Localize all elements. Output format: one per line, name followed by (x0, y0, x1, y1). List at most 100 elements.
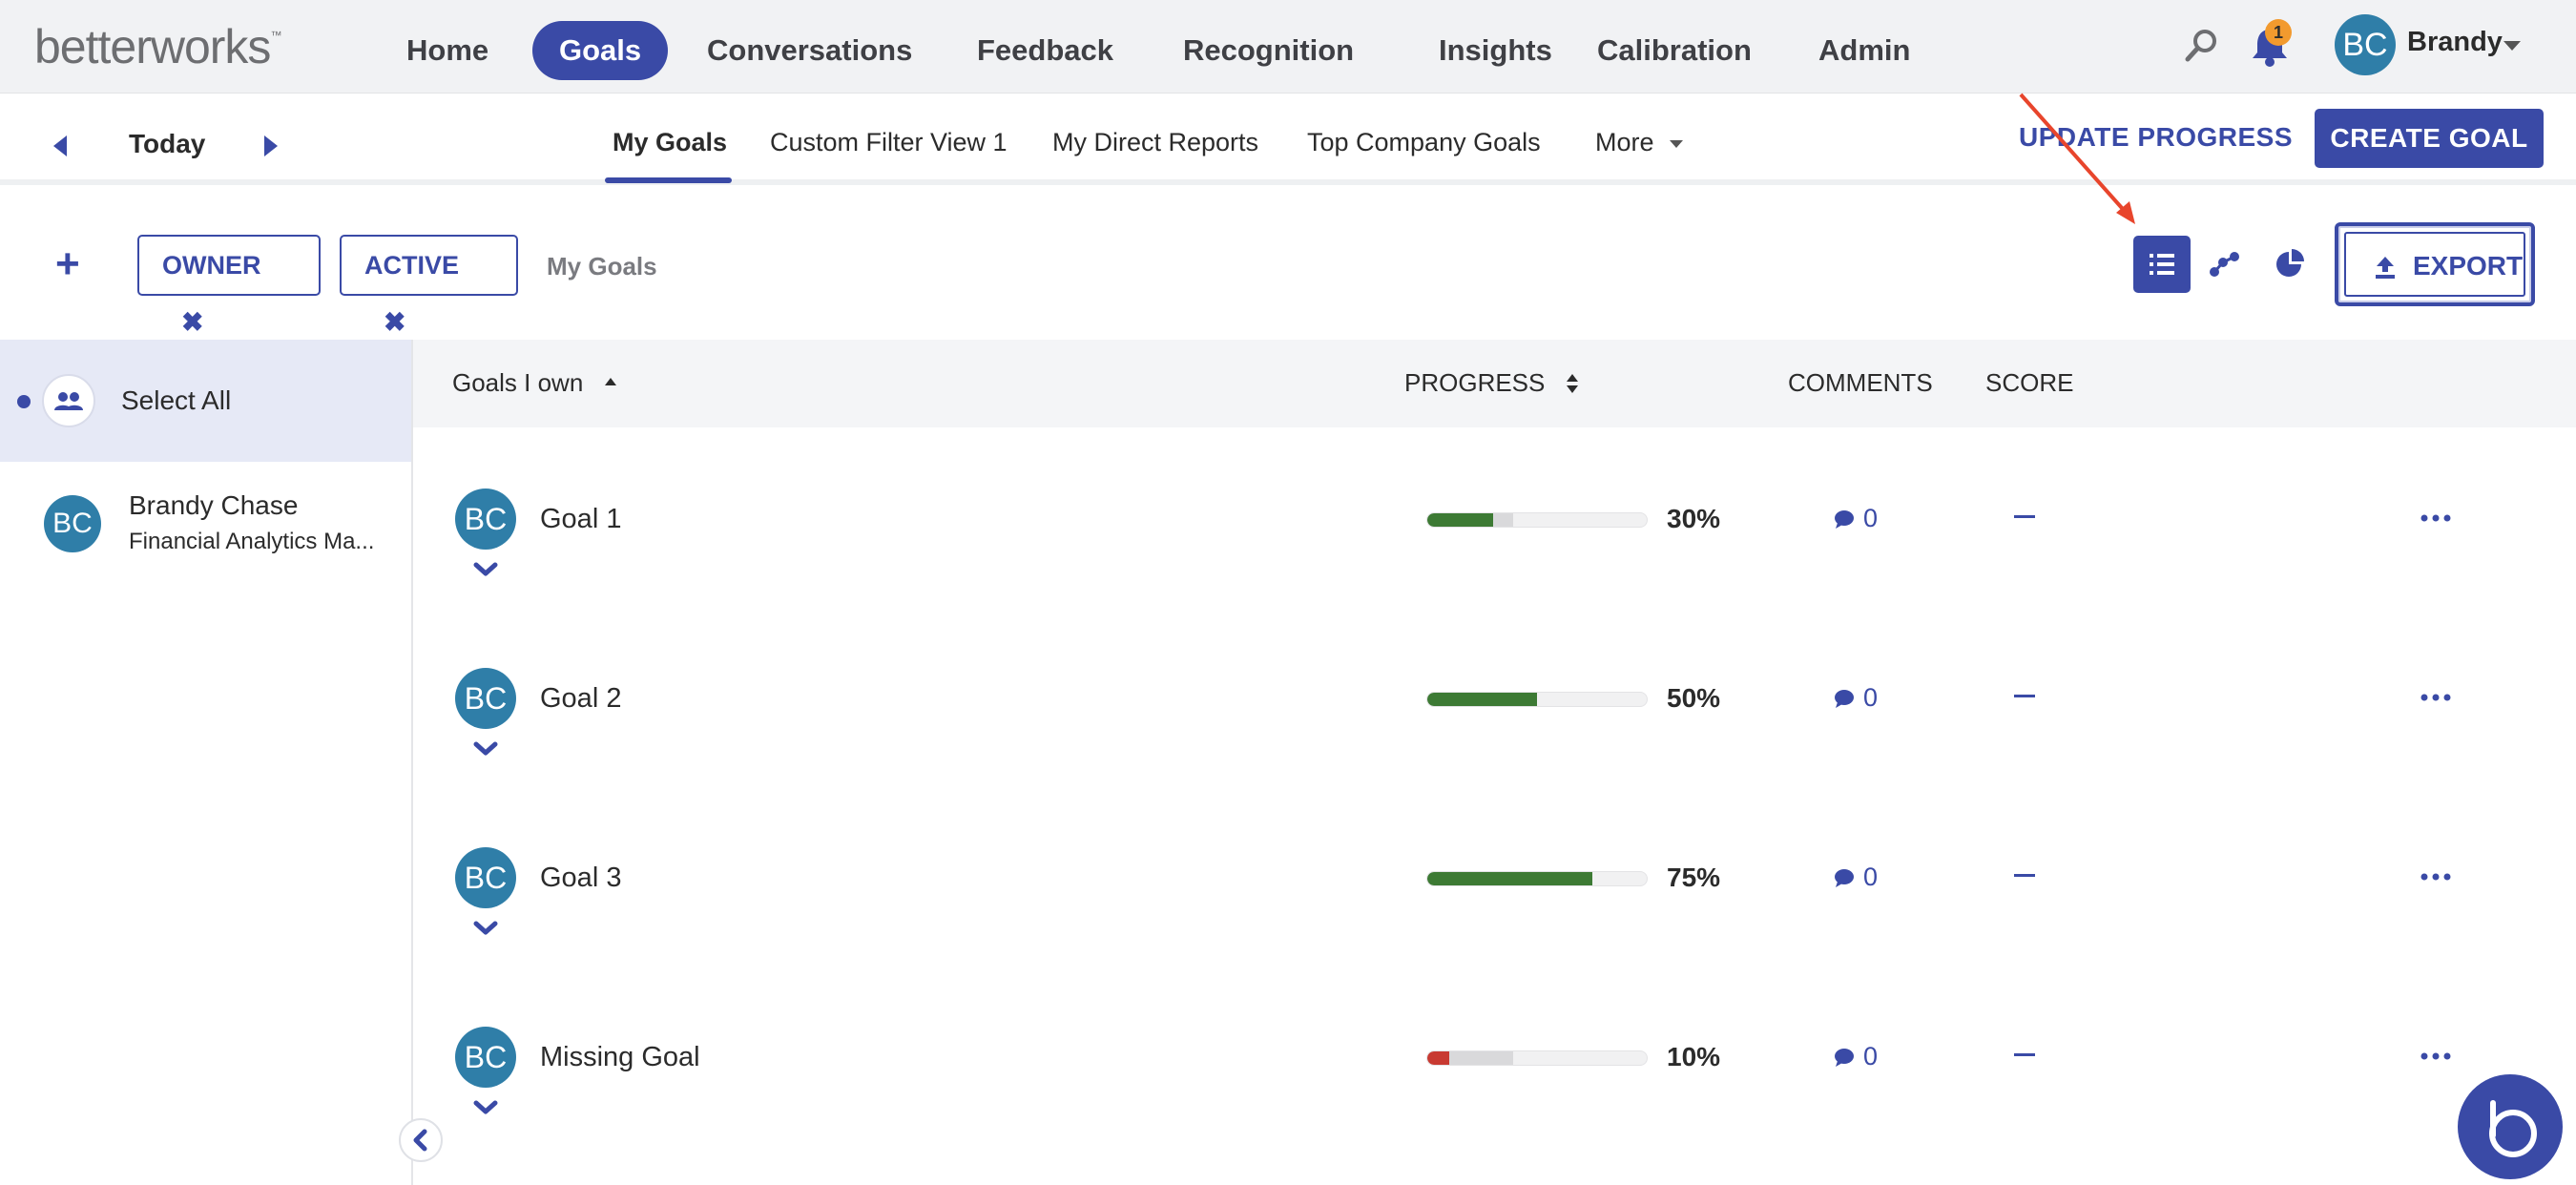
select-all-label: Select All (121, 385, 232, 415)
sort-icon[interactable] (1564, 371, 1581, 396)
avatar: BC (455, 1027, 516, 1088)
hierarchy-icon (2210, 252, 2239, 277)
more-options-icon[interactable] (2419, 1051, 2453, 1061)
nav-conversations[interactable]: Conversations (680, 21, 939, 80)
user-name[interactable]: Brandy (2407, 27, 2503, 58)
add-filter-icon[interactable]: + (55, 243, 80, 285)
progress-percent: 30% (1667, 504, 1721, 533)
nav-goals[interactable]: Goals (532, 21, 669, 80)
select-all-row[interactable]: Select All (0, 340, 411, 462)
pie-chart-icon (2276, 249, 2304, 277)
more-options-icon[interactable] (2419, 513, 2453, 523)
sub-navigation: Today My Goals Custom Filter View 1 My D… (0, 94, 2576, 185)
avatar: BC (455, 489, 516, 550)
goal-title[interactable]: Goal 1 (540, 504, 621, 535)
sort-ascending-icon[interactable] (602, 375, 619, 388)
table-row[interactable]: BC Goal 2 50% 0 (413, 641, 2576, 821)
tab-custom-filter-view-1[interactable]: Custom Filter View 1 (770, 128, 1008, 157)
column-header-score: SCORE (1985, 368, 2074, 397)
active-tab-indicator (605, 177, 732, 183)
progress-bar (1426, 1050, 1648, 1066)
avatar: BC (455, 668, 516, 729)
comments-link[interactable]: 0 (1833, 863, 1878, 892)
progress-fill (1427, 693, 1537, 706)
more-chevron-icon[interactable] (1670, 140, 1683, 148)
score-empty (2014, 515, 2035, 518)
comment-icon (1835, 510, 1854, 529)
create-goal-button[interactable]: CREATE GOAL (2315, 109, 2544, 168)
column-header-comments: COMMENTS (1788, 368, 1933, 397)
score-empty (2014, 874, 2035, 877)
expand-chevron-icon[interactable] (472, 740, 499, 758)
nav-insights[interactable]: Insights (1412, 21, 1579, 80)
betterworks-logo[interactable]: betterworks™ (34, 19, 281, 74)
more-options-icon[interactable] (2419, 872, 2453, 882)
score-empty (2014, 695, 2035, 697)
expand-chevron-icon[interactable] (472, 1099, 499, 1116)
people-panel: Select All BC Brandy Chase Financial Ana… (0, 340, 443, 1185)
chart-view-button[interactable] (2261, 236, 2318, 293)
table-row[interactable]: BC Goal 1 30% 0 (413, 462, 2576, 641)
comment-icon (1835, 1049, 1854, 1067)
progress-fill (1427, 872, 1592, 885)
filter-chip-active[interactable]: ACTIVE✖ (340, 235, 518, 337)
tab-top-company-goals[interactable]: Top Company Goals (1307, 128, 1541, 157)
current-view-label: My Goals (547, 252, 657, 281)
progress-percent: 75% (1667, 863, 1721, 892)
group-icon (42, 374, 95, 427)
tab-my-direct-reports[interactable]: My Direct Reports (1052, 128, 1258, 157)
notification-badge: 1 (2265, 19, 2292, 46)
annotation-arrow (2019, 93, 2135, 224)
alignment-view-button[interactable] (2196, 236, 2254, 293)
table-row[interactable]: BC Missing Goal 10% 0 (413, 1000, 2576, 1179)
nav-home[interactable]: Home (380, 21, 515, 80)
list-icon (2150, 254, 2174, 275)
nav-recognition[interactable]: Recognition (1156, 21, 1381, 80)
expand-chevron-icon[interactable] (472, 920, 499, 937)
progress-fill (1427, 513, 1493, 527)
comment-icon (1835, 690, 1854, 708)
nav-feedback[interactable]: Feedback (950, 21, 1140, 80)
nav-calibration[interactable]: Calibration (1570, 21, 1778, 80)
top-navigation: betterworks™ Home Goals Conversations Fe… (0, 0, 2576, 94)
progress-percent: 10% (1667, 1042, 1721, 1071)
filter-chip-owner[interactable]: OWNER✖ (137, 235, 321, 337)
comments-link[interactable]: 0 (1833, 504, 1878, 533)
upload-icon (2376, 257, 2395, 279)
tab-my-goals[interactable]: My Goals (613, 128, 727, 157)
tab-more[interactable]: More (1595, 128, 1654, 157)
export-button[interactable]: EXPORT (2335, 222, 2535, 306)
comment-icon (1835, 869, 1854, 887)
table-header: Goals I own PROGRESS COMMENTS SCORE (413, 340, 2576, 427)
column-header-progress[interactable]: PROGRESS (1404, 368, 1581, 398)
assistant-button[interactable] (2458, 1074, 2563, 1179)
comments-link[interactable]: 0 (1833, 683, 1878, 713)
score-empty (2014, 1053, 2035, 1056)
progress-bar (1426, 871, 1648, 886)
betterworks-assistant-icon (2489, 1100, 2537, 1157)
expand-chevron-icon[interactable] (472, 561, 499, 578)
search-icon[interactable] (2183, 26, 2221, 64)
avatar: BC (455, 847, 516, 908)
chevron-down-icon[interactable] (2503, 41, 2521, 51)
previous-period-icon[interactable] (53, 135, 67, 156)
progress-fill (1427, 1051, 1449, 1065)
selected-indicator (17, 395, 31, 408)
goal-title[interactable]: Goal 2 (540, 683, 621, 715)
nav-admin[interactable]: Admin (1792, 21, 1937, 80)
avatar: BC (44, 495, 101, 552)
progress-percent: 50% (1667, 683, 1721, 713)
progress-bar (1426, 512, 1648, 528)
goal-title[interactable]: Goal 3 (540, 863, 621, 894)
goal-title[interactable]: Missing Goal (540, 1042, 700, 1073)
more-options-icon[interactable] (2419, 693, 2453, 702)
comments-link[interactable]: 0 (1833, 1042, 1878, 1071)
filter-bar: + OWNER✖ ACTIVE✖ My Goals EXPORT (0, 191, 2576, 340)
column-header-goals[interactable]: Goals I own (452, 368, 619, 398)
table-row[interactable]: BC Goal 3 75% 0 (413, 821, 2576, 1000)
list-view-button[interactable] (2133, 236, 2191, 293)
user-avatar[interactable]: BC (2335, 14, 2396, 75)
progress-bar (1426, 692, 1648, 707)
date-label: Today (129, 129, 206, 158)
next-period-icon[interactable] (264, 135, 278, 156)
